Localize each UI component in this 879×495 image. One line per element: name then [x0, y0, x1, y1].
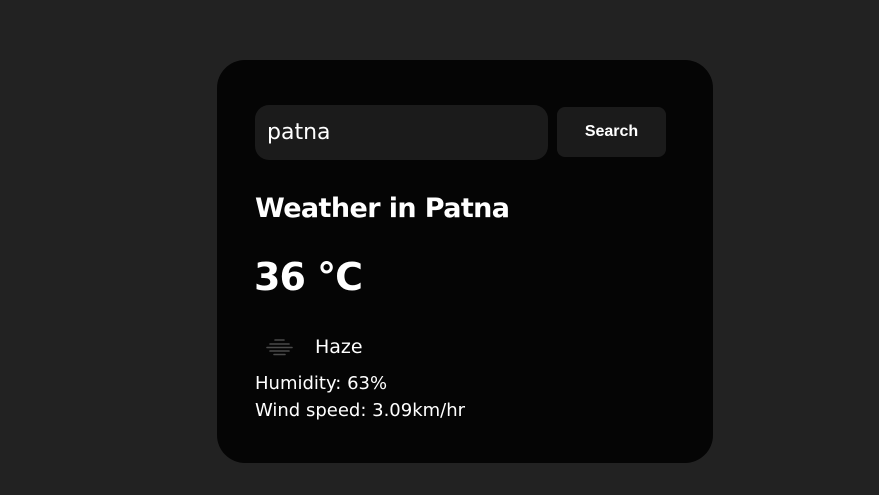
humidity-text: Humidity: 63%: [255, 373, 388, 394]
search-input[interactable]: [255, 105, 548, 160]
wind-speed-text: Wind speed: 3.09km/hr: [255, 400, 466, 421]
temperature: 36 °C: [254, 255, 363, 299]
search-button[interactable]: Search: [557, 107, 666, 157]
city-title: Weather in Patna: [255, 193, 510, 224]
condition-row: Haze: [262, 332, 363, 362]
condition-description: Haze: [315, 336, 363, 358]
haze-icon: [266, 339, 293, 356]
weather-card: Search Weather in Patna 36 °C Haze Humid…: [217, 60, 713, 463]
